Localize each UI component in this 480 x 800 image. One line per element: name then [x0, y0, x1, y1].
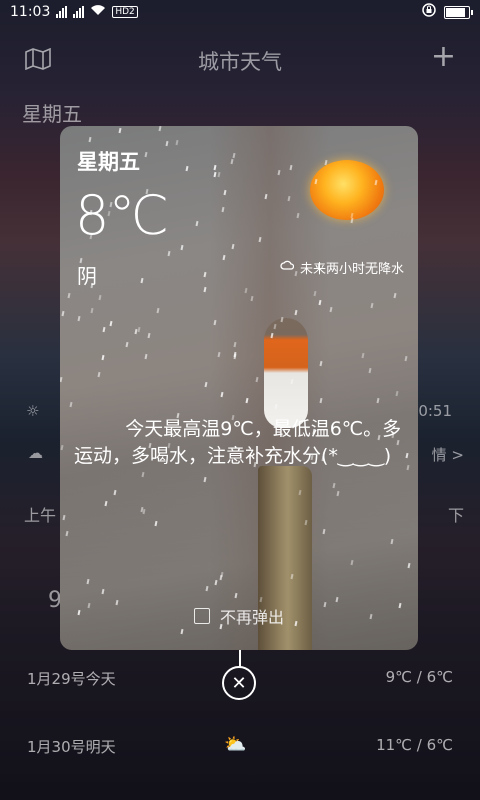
snowflake [137, 326, 141, 332]
card-message: 今天最高温9℃，最低温6℃。多运动，多喝水，注意补充水分(*‿‿‿) [74, 418, 402, 467]
snowflake [195, 220, 199, 226]
snowflake [77, 315, 81, 322]
snowflake [125, 341, 129, 348]
dont-show-again[interactable]: 不再弹出 [60, 604, 418, 628]
snowflake [90, 307, 94, 313]
snowflake [158, 126, 162, 132]
weather-popup: 星期五 8℃ 阴 未来两小时无降水 今天最高温9℃，最低温6℃。多运动，多喝水，… [60, 126, 418, 650]
battery-icon [444, 5, 473, 19]
card-condition: 阴 [77, 264, 97, 288]
snowflake [361, 353, 365, 359]
snowflake [259, 596, 262, 602]
rain-forecast: 未来两小时无降水 [280, 258, 404, 277]
dont-show-label: 不再弹出 [219, 608, 284, 627]
dont-show-checkbox[interactable] [193, 608, 210, 624]
cloud-icon-bg: ☁ [28, 444, 43, 462]
snowflake [336, 490, 339, 496]
card-weekday: 星期五 [77, 150, 140, 174]
forecast-date: 1月30号明天 [27, 738, 116, 756]
close-icon: ✕ [231, 672, 247, 694]
forecast-temps: 11℃ / 6℃ [376, 736, 453, 754]
sun-icon-bg: ☼ [26, 402, 40, 420]
snowflake [203, 286, 207, 292]
snowflake [404, 355, 407, 361]
snowflake [61, 311, 65, 317]
snowflake [156, 307, 159, 313]
close-button[interactable]: ✕ [222, 666, 256, 700]
rain-note: 未来两小时无降水 [299, 262, 404, 277]
snowflake [329, 307, 333, 313]
snowflake [350, 217, 353, 223]
partly-cloudy-icon: ⛅ [224, 734, 247, 755]
snowflake [167, 250, 171, 257]
snowflake [98, 294, 102, 301]
hourly-label-right: 下 [447, 506, 464, 525]
snowflake [203, 272, 206, 278]
sun-icon [310, 160, 384, 220]
forecast-date: 1月29号今天 [27, 670, 116, 688]
status-bar: 11:03 HD2 [0, 0, 480, 24]
rain-cloud-icon [280, 259, 295, 277]
status-time: 11:03 [10, 4, 51, 20]
snowflake [144, 152, 148, 158]
forecast-temps: 9℃ / 6℃ [385, 668, 453, 686]
snowflake [97, 372, 101, 378]
sunrise-time: 0:51 [418, 402, 452, 420]
signal-icon-2 [73, 6, 85, 18]
card-temperature: 8℃ [75, 184, 169, 247]
snowflake [165, 141, 169, 147]
wifi-icon [90, 4, 106, 20]
detail-link[interactable]: 情 > [432, 444, 464, 465]
background-weekday: 星期五 [22, 102, 82, 126]
signal-icon [56, 6, 68, 18]
snowflake [370, 303, 373, 309]
snowflake [102, 326, 106, 333]
snowflake [88, 136, 91, 142]
snowflake [147, 332, 150, 339]
network-badge: HD2 [112, 6, 138, 18]
page-title: 城市天气 [198, 50, 282, 74]
snowflake [185, 165, 188, 171]
snowflake [60, 376, 63, 382]
snowflake [101, 354, 105, 360]
hourly-label: 上午 [24, 506, 57, 525]
snowflake [67, 292, 71, 298]
lock-icon [422, 3, 436, 21]
snowflake [393, 293, 397, 299]
snowflake [144, 354, 148, 360]
header: 城市天气 + [0, 38, 480, 78]
snowflake [180, 245, 183, 251]
snowflake [175, 140, 178, 146]
snowflake [368, 368, 372, 374]
snowflake [109, 320, 112, 326]
add-city-button[interactable]: + [431, 42, 456, 72]
snowflake [117, 127, 121, 133]
snowflake [140, 278, 143, 284]
